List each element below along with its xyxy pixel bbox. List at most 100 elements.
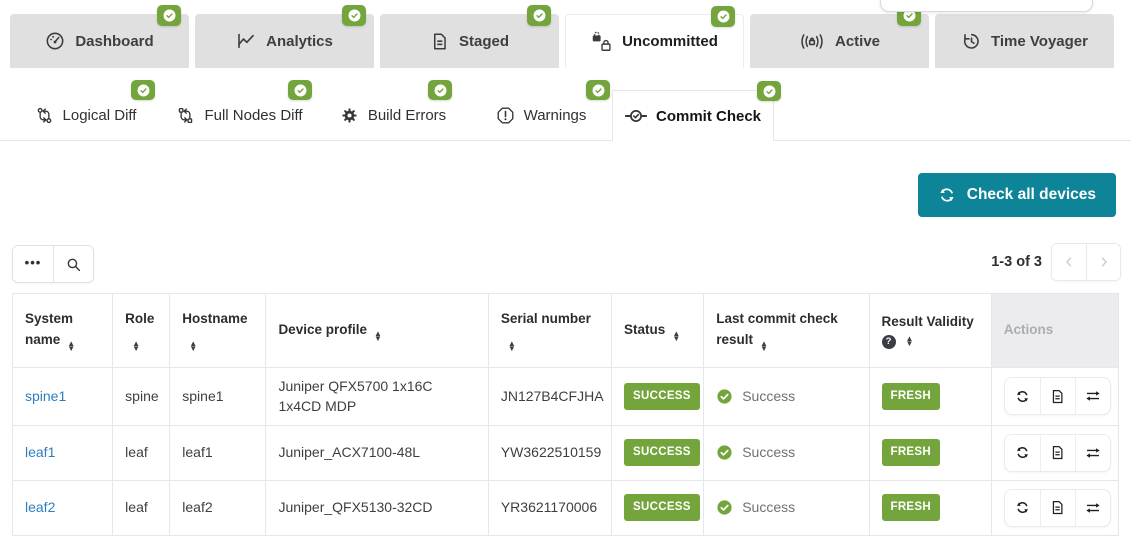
- sort-icon[interactable]: ▲▼: [189, 342, 197, 352]
- tab-label: Analytics: [266, 33, 333, 50]
- chevron-right-icon: [1097, 255, 1111, 269]
- actions-cell: [991, 480, 1118, 535]
- next-page-button[interactable]: [1086, 244, 1120, 280]
- view-result-button[interactable]: [1040, 435, 1075, 471]
- status-badge: SUCCESS: [624, 439, 700, 466]
- check-icon: [592, 84, 605, 97]
- tab-active[interactable]: Active: [750, 14, 929, 68]
- subtab-label: Full Nodes Diff: [204, 107, 302, 124]
- compare-button[interactable]: [1075, 378, 1110, 414]
- validity-badge: FRESH: [882, 494, 940, 521]
- sort-icon[interactable]: ▲▼: [67, 342, 75, 352]
- column-header-role[interactable]: Role▲▼: [113, 294, 170, 368]
- check-icon: [717, 10, 730, 23]
- file-icon: [1050, 500, 1065, 515]
- commit-check-icon: [625, 106, 647, 126]
- compare-button[interactable]: [1075, 490, 1110, 526]
- column-header-hostname[interactable]: Hostname▲▼: [170, 294, 266, 368]
- serial-number-cell: JN127B4CFJHA: [488, 368, 611, 426]
- sort-icon[interactable]: ▲▼: [906, 337, 914, 347]
- code-compare-nodes-icon: [176, 106, 195, 125]
- refresh-icon: [1015, 389, 1030, 404]
- subtab-commit-check[interactable]: Commit Check: [612, 90, 774, 141]
- status-cell: SUCCESS: [612, 368, 704, 426]
- tab-status-badge: [342, 5, 366, 26]
- subtab-status-badge: [288, 80, 312, 100]
- tab-dashboard[interactable]: Dashboard: [10, 14, 189, 68]
- pagination: 1-3 of 3: [991, 243, 1121, 281]
- subtab-warnings[interactable]: Warnings: [470, 90, 612, 140]
- swap-arrows-icon: [1085, 500, 1101, 516]
- sort-icon[interactable]: ▲▼: [760, 342, 768, 352]
- compare-button[interactable]: [1075, 435, 1110, 471]
- sort-icon[interactable]: ▲▼: [672, 332, 680, 342]
- code-compare-icon: [35, 106, 54, 125]
- check-icon: [348, 9, 361, 22]
- device-profile-cell: Juniper_ACX7100-48L: [266, 425, 488, 480]
- subtab-logical-diff[interactable]: Logical Diff: [14, 90, 157, 140]
- table-row: spine1 spine spine1 Juniper QFX5700 1x16…: [13, 368, 1119, 426]
- subtab-label: Commit Check: [656, 108, 761, 125]
- recheck-button[interactable]: [1005, 490, 1040, 526]
- subtab-status-badge: [131, 80, 155, 100]
- tab-time-voyager[interactable]: Time Voyager: [935, 14, 1114, 68]
- view-result-button[interactable]: [1040, 378, 1075, 414]
- check-icon: [163, 9, 176, 22]
- tab-status-badge: [157, 5, 181, 26]
- view-result-button[interactable]: [1040, 490, 1075, 526]
- tab-label: Dashboard: [75, 33, 153, 50]
- refresh-icon: [1015, 500, 1030, 515]
- status-badge: SUCCESS: [624, 383, 700, 410]
- tab-staged[interactable]: Staged: [380, 14, 559, 68]
- column-header-serial-number[interactable]: Serial number▲▼: [488, 294, 611, 368]
- check-circle-icon: [716, 388, 733, 405]
- swap-arrows-icon: [1085, 445, 1101, 461]
- table-row: leaf2 leaf leaf2 Juniper_QFX5130-32CD YR…: [13, 480, 1119, 535]
- check-icon: [533, 9, 546, 22]
- sort-icon[interactable]: ▲▼: [132, 342, 140, 352]
- broadcast-lock-icon: [799, 31, 825, 52]
- more-options-button[interactable]: •••: [13, 246, 53, 282]
- hostname-cell: leaf2: [170, 480, 266, 535]
- prev-page-button[interactable]: [1052, 244, 1086, 280]
- actions-cell: [991, 425, 1118, 480]
- check-icon: [763, 85, 776, 98]
- ellipsis-icon: •••: [25, 255, 42, 270]
- subtab-status-badge: [757, 81, 781, 101]
- tab-uncommitted[interactable]: Uncommitted: [565, 14, 744, 68]
- device-link[interactable]: leaf1: [25, 444, 55, 460]
- status-cell: SUCCESS: [612, 480, 704, 535]
- check-all-devices-button[interactable]: Check all devices: [918, 173, 1116, 217]
- search-icon: [65, 256, 82, 273]
- sort-icon[interactable]: ▲▼: [508, 342, 516, 352]
- serial-number-cell: YR3621170006: [488, 480, 611, 535]
- hostname-cell: leaf1: [170, 425, 266, 480]
- tab-analytics[interactable]: Analytics: [195, 14, 374, 68]
- search-button[interactable]: [53, 246, 93, 282]
- file-icon: [1050, 389, 1065, 404]
- line-chart-icon: [236, 31, 256, 51]
- column-header-status[interactable]: Status▲▼: [612, 294, 704, 368]
- check-icon: [434, 84, 447, 97]
- subtab-full-nodes-diff[interactable]: Full Nodes Diff: [165, 90, 314, 140]
- sort-icon[interactable]: ▲▼: [374, 332, 382, 342]
- recheck-button[interactable]: [1005, 435, 1040, 471]
- column-header-system-name[interactable]: System name▲▼: [13, 294, 113, 368]
- column-header-result-validity[interactable]: Result Validity ? ▲▼: [869, 294, 991, 368]
- file-icon: [430, 32, 449, 51]
- commit-result-label: Success: [742, 386, 795, 406]
- column-header-last-commit-check-result[interactable]: Last commit check result▲▼: [704, 294, 869, 368]
- octagon-exclamation-icon: [496, 106, 515, 125]
- help-icon[interactable]: ?: [882, 335, 896, 349]
- column-header-device-profile[interactable]: Device profile▲▼: [266, 294, 488, 368]
- device-profile-cell: Juniper QFX5700 1x16C 1x4CD MDP: [266, 368, 488, 426]
- device-link[interactable]: spine1: [25, 388, 66, 404]
- check-all-devices-label: Check all devices: [967, 186, 1096, 204]
- check-circle-icon: [716, 444, 733, 461]
- device-link[interactable]: leaf2: [25, 499, 55, 515]
- refresh-icon: [938, 186, 956, 204]
- subtab-label: Warnings: [524, 107, 587, 124]
- locks-icon: [591, 31, 612, 52]
- recheck-button[interactable]: [1005, 378, 1040, 414]
- subtab-build-errors[interactable]: Build Errors: [332, 90, 454, 140]
